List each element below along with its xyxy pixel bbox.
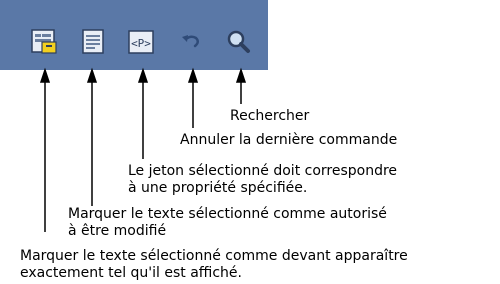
callout-property: Le jeton sélectionné doit correspondre à… <box>128 163 397 197</box>
arrowhead-editable <box>86 67 98 83</box>
callout-line: Marquer le texte sélectionné comme autor… <box>68 206 387 222</box>
callout-line: exactement tel qu'il est affiché. <box>20 265 242 281</box>
arrowhead-locked <box>39 67 51 83</box>
callout-line: Annuler la dernière commande <box>180 132 398 148</box>
callout-undo: Annuler la dernière commande <box>180 132 397 149</box>
callout-line: Le jeton sélectionné doit correspondre <box>128 163 398 179</box>
callout-line: à une propriété spécifiée. <box>128 180 308 196</box>
callout-search: Rechercher <box>230 108 309 125</box>
arrowhead-undo <box>187 67 199 83</box>
callout-line: à être modifié <box>68 223 167 239</box>
callout-line: Marquer le texte sélectionné comme devan… <box>20 248 408 264</box>
callout-line: Rechercher <box>230 108 310 124</box>
callout-editable: Marquer le texte sélectionné comme autor… <box>68 206 387 240</box>
arrowhead-property <box>137 67 149 83</box>
arrowhead-search <box>235 67 247 83</box>
callout-locked: Marquer le texte sélectionné comme devan… <box>20 248 408 282</box>
